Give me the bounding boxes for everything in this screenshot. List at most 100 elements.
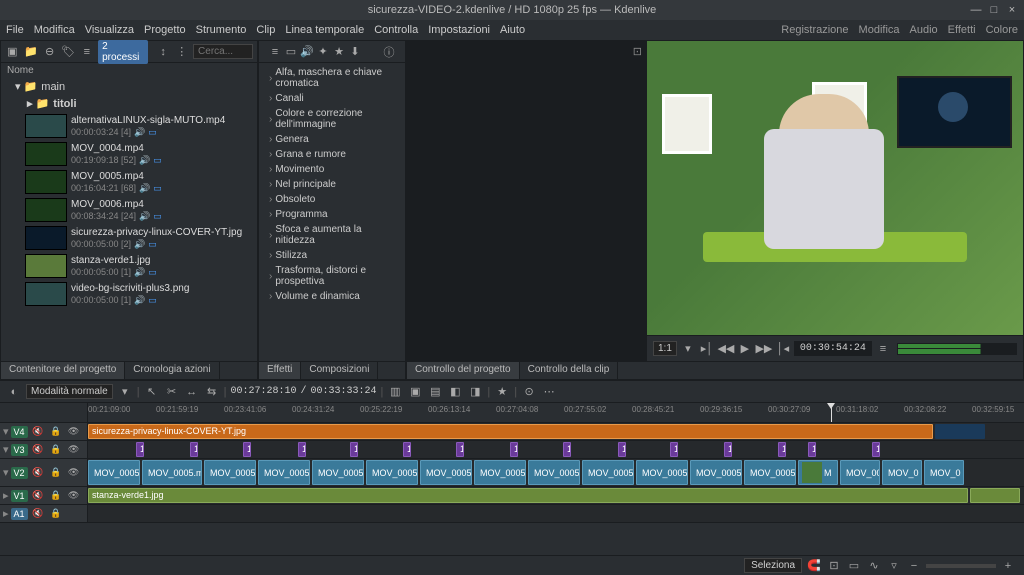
timeline-video-clip[interactable]: MOV_0005.m: [744, 460, 796, 485]
add-clip-icon[interactable]: ▣: [5, 44, 20, 60]
timeline-title-clip[interactable]: 1: [136, 442, 144, 457]
timeline-title-clip[interactable]: 1: [808, 442, 816, 457]
effect-category[interactable]: Programma: [259, 207, 405, 222]
folder-icon[interactable]: 📁: [24, 44, 39, 60]
timeline-video-clip[interactable]: MOV_0005.m: [204, 460, 256, 485]
timeline-title-clip[interactable]: 1: [350, 442, 358, 457]
effects-fav-icon[interactable]: ★: [331, 44, 347, 60]
zoom-in-icon[interactable]: +: [1000, 558, 1016, 574]
effect-category[interactable]: Genera: [259, 132, 405, 147]
snap-icon[interactable]: 🧲: [806, 558, 822, 574]
eye-icon[interactable]: 👁: [66, 424, 82, 440]
lock-icon[interactable]: 🔒: [48, 442, 64, 458]
effect-category[interactable]: Movimento: [259, 162, 405, 177]
bin-clip-item[interactable]: sicurezza-privacy-linux-COVER-YT.jpg 00:…: [1, 224, 257, 252]
rewind-icon[interactable]: ◀◀: [718, 341, 734, 357]
options-icon[interactable]: ⋮: [174, 44, 189, 60]
more-icon[interactable]: ⋯: [541, 384, 557, 400]
expand-icon[interactable]: ▾: [3, 466, 9, 479]
zoom-combo[interactable]: 1:1: [653, 341, 677, 356]
bin-clip-item[interactable]: alternativaLINUX-sigla-MUTO.mp4 00:00:03…: [1, 112, 257, 140]
timeline-video-clip[interactable]: MOV_0005.m: [474, 460, 526, 485]
tab-effects[interactable]: Effetti: [259, 362, 301, 379]
timeline-video-clip[interactable]: MOV_0: [924, 460, 964, 485]
edit-mode-combo[interactable]: Modalità normale: [26, 384, 113, 399]
effect-category[interactable]: Stilizza: [259, 248, 405, 263]
set-in-icon[interactable]: ▸│: [699, 341, 715, 357]
track-compositing-icon[interactable]: ◐: [6, 384, 22, 400]
extract-icon[interactable]: ◧: [447, 384, 463, 400]
timeline-video-clip[interactable]: MOV_0005.m: [690, 460, 742, 485]
timeline-title-clip[interactable]: 1: [618, 442, 626, 457]
timeline-video-clip[interactable]: MOV_0006.mp4: [840, 460, 880, 485]
timeline-title-clip[interactable]: 1: [872, 442, 880, 457]
bin-clip-item[interactable]: video-bg-iscriviti-plus3.png 00:00:05:00…: [1, 280, 257, 308]
video-preview[interactable]: [647, 41, 1023, 335]
timeline-clip[interactable]: [970, 488, 1020, 503]
filter-icon[interactable]: ≡: [80, 44, 95, 60]
playhead[interactable]: [831, 403, 832, 422]
mix-icon[interactable]: ▥: [387, 384, 403, 400]
menu-view[interactable]: Visualizza: [85, 24, 134, 36]
workspace-editing[interactable]: Modifica: [859, 24, 900, 36]
tool-mode-combo[interactable]: Seleziona: [744, 558, 802, 573]
forward-icon[interactable]: ▶▶: [756, 341, 772, 357]
timeline-title-clip[interactable]: 1: [778, 442, 786, 457]
set-out-icon[interactable]: │◂: [775, 341, 791, 357]
lift-icon[interactable]: ◨: [467, 384, 483, 400]
zoom-slider[interactable]: [926, 564, 996, 568]
preview-render-icon[interactable]: ⊙: [521, 384, 537, 400]
overwrite-icon[interactable]: ▣: [407, 384, 423, 400]
tab-undo-history[interactable]: Cronologia azioni: [125, 362, 219, 379]
bin-search-input[interactable]: [193, 44, 253, 59]
effect-category[interactable]: Grana e rumore: [259, 147, 405, 162]
effect-category[interactable]: Canali: [259, 91, 405, 106]
timeline-video-clip[interactable]: MOV_0005.m: [258, 460, 310, 485]
effects-custom-icon[interactable]: ✦: [315, 44, 331, 60]
timeline-clip[interactable]: stanza-verde1.jpg: [88, 488, 968, 503]
monitor-timecode[interactable]: 00:30:54:24: [794, 341, 872, 356]
track-label[interactable]: A1: [11, 508, 28, 520]
timeline-title-clip[interactable]: 1: [510, 442, 518, 457]
workspace-color[interactable]: Colore: [986, 24, 1018, 36]
bin-column-header[interactable]: Nome: [1, 63, 257, 78]
effect-category[interactable]: Nel principale: [259, 177, 405, 192]
timeline-video-clip[interactable]: MOV_0005.m: [88, 460, 140, 485]
eye-icon[interactable]: 👁: [66, 488, 82, 504]
play-icon[interactable]: ▶: [737, 341, 753, 357]
show-markers-icon[interactable]: ▿: [886, 558, 902, 574]
timeline-video-clip[interactable]: M: [798, 460, 838, 485]
chevron-down-icon[interactable]: ▾: [680, 341, 696, 357]
folder-root[interactable]: ▾ 📁 main: [1, 78, 257, 95]
mute-icon[interactable]: 🔇: [30, 506, 46, 522]
mute-icon[interactable]: 🔇: [30, 442, 46, 458]
track-label[interactable]: V3: [11, 444, 28, 456]
bin-clip-item[interactable]: stanza-verde1.jpg 00:00:05:00 [1] 🔊 ▭: [1, 252, 257, 280]
eye-icon[interactable]: 👁: [66, 465, 82, 481]
effect-category[interactable]: Alfa, maschera e chiave cromatica: [259, 65, 405, 91]
workspace-effects[interactable]: Effetti: [948, 24, 976, 36]
timeline-video-clip[interactable]: MOV_0005.mp4: [142, 460, 202, 485]
timeline-title-clip[interactable]: 1: [298, 442, 306, 457]
bin-clip-item[interactable]: MOV_0005.mp4 00:16:04:21 [68] 🔊 ▭: [1, 168, 257, 196]
more-icon[interactable]: ≡: [875, 341, 891, 357]
favorite-effect-icon[interactable]: ★: [494, 384, 510, 400]
lock-icon[interactable]: 🔒: [48, 488, 64, 504]
show-video-thumbs-icon[interactable]: ▭: [846, 558, 862, 574]
timeline-title-clip[interactable]: 1: [724, 442, 732, 457]
effect-category[interactable]: Volume e dinamica: [259, 289, 405, 304]
timeline-video-clip[interactable]: MOV_0005.m: [420, 460, 472, 485]
menu-monitor[interactable]: Controlla: [374, 24, 418, 36]
timeline-clip[interactable]: [935, 424, 985, 439]
close-icon[interactable]: ⊡: [633, 45, 642, 58]
effect-category[interactable]: Trasforma, distorci e prospettiva: [259, 263, 405, 289]
tab-compositions[interactable]: Composizioni: [301, 362, 378, 379]
expand-icon[interactable]: ▾: [3, 443, 9, 456]
timeline-video-clip[interactable]: MOV_0: [882, 460, 922, 485]
menu-tool[interactable]: Strumento: [196, 24, 247, 36]
menu-help[interactable]: Aiuto: [500, 24, 525, 36]
effects-main-icon[interactable]: ≡: [267, 44, 283, 60]
chevron-down-icon[interactable]: ▾: [117, 384, 133, 400]
effect-category[interactable]: Colore e correzione dell'immagine: [259, 106, 405, 132]
delete-icon[interactable]: ⊖: [42, 44, 57, 60]
